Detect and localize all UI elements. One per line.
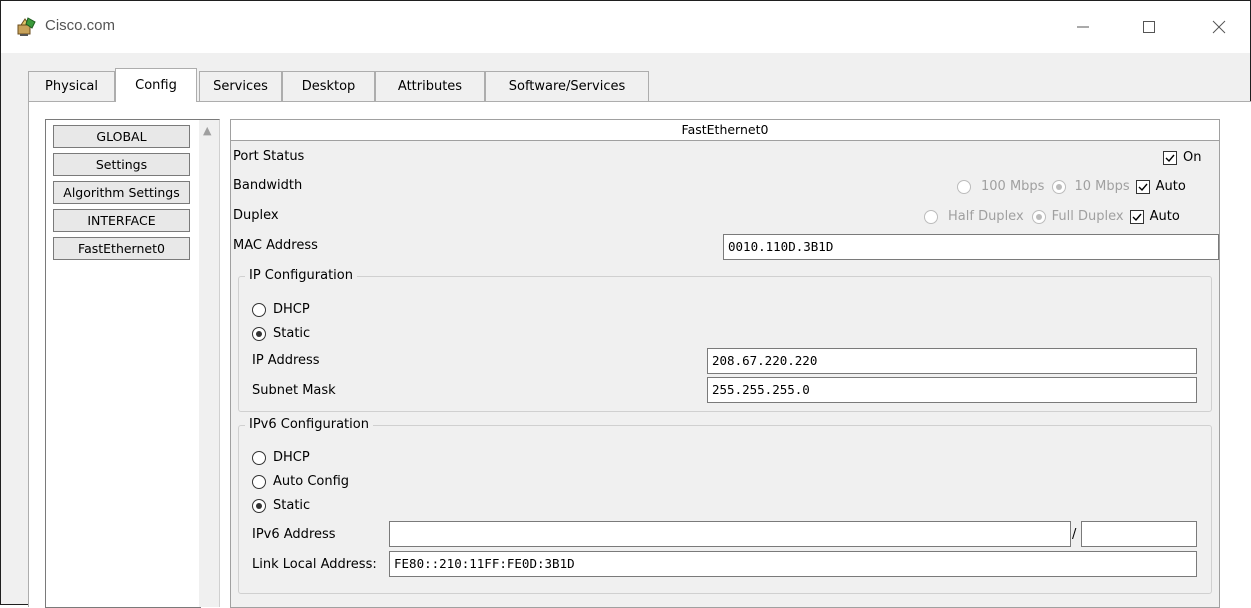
ipv6-static-radio[interactable] [252, 498, 266, 513]
duplex-label: Duplex [233, 208, 279, 223]
interface-panel: FastEthernet0 Port Status On Bandwidth 1… [230, 119, 1220, 608]
ipv6-address-label: IPv6 Address [252, 527, 336, 542]
mac-address-field[interactable]: 0010.110D.3B1D [723, 234, 1219, 260]
subnet-mask-field[interactable]: 255.255.255.0 [707, 377, 1197, 403]
sidebar-item-settings[interactable]: Settings [53, 153, 190, 176]
ipv4-static-option[interactable]: Static [252, 326, 310, 341]
duplex-auto-label: Auto [1149, 209, 1180, 224]
bandwidth-auto-label: Auto [1155, 179, 1186, 194]
packet-tracer-pc-icon [17, 17, 36, 36]
maximize-button[interactable] [1129, 11, 1169, 43]
bandwidth-options: 100 Mbps 10 Mbps Auto [957, 179, 1186, 194]
ipv6-auto-config-option[interactable]: Auto Config [252, 474, 349, 489]
port-status-on[interactable]: On [1163, 150, 1201, 165]
checkmark-icon [1138, 183, 1148, 191]
duplex-auto-checkbox[interactable] [1129, 209, 1144, 224]
tab-config[interactable]: Config [115, 68, 197, 102]
link-local-address-field[interactable]: FE80::210:11FF:FE0D:3B1D [389, 551, 1197, 577]
ipv6-configuration-title: IPv6 Configuration [245, 417, 373, 432]
checkmark-icon [1132, 213, 1142, 221]
half-duplex-label: Half Duplex [948, 209, 1024, 224]
title-bar[interactable]: Cisco.com [1, 1, 1250, 53]
mac-address-label: MAC Address [233, 238, 318, 253]
ipv6-prefix-field[interactable] [1081, 521, 1197, 547]
tab-services[interactable]: Services [199, 71, 282, 101]
port-status-label: Port Status [233, 149, 305, 164]
ip-address-field[interactable]: 208.67.220.220 [707, 348, 1197, 374]
close-button[interactable] [1199, 11, 1239, 43]
minimize-button[interactable] [1063, 11, 1103, 43]
checkmark-icon [1165, 154, 1175, 162]
link-local-address-label: Link Local Address: [252, 557, 377, 572]
ipv6-dhcp-radio[interactable] [252, 450, 266, 465]
scroll-up-icon[interactable]: ▲ [203, 124, 211, 137]
tab-physical[interactable]: Physical [28, 71, 115, 101]
bandwidth-100-radio[interactable] [957, 179, 971, 194]
bandwidth-100-label: 100 Mbps [981, 179, 1045, 194]
full-duplex-label: Full Duplex [1051, 209, 1124, 224]
port-status-checkbox[interactable] [1163, 150, 1177, 165]
sidebar-item-fastethernet0[interactable]: FastEthernet0 [53, 237, 190, 260]
bandwidth-label: Bandwidth [233, 178, 303, 193]
ipv4-dhcp-option[interactable]: DHCP [252, 302, 310, 317]
config-window: Cisco.com Physical Config Services Deskt… [0, 0, 1251, 608]
ipv4-dhcp-radio[interactable] [252, 302, 266, 317]
bandwidth-auto-checkbox[interactable] [1135, 179, 1150, 194]
sidebar-item-interface[interactable]: INTERFACE [53, 209, 190, 232]
ipv6-auto-config-radio[interactable] [252, 474, 266, 489]
window-title: Cisco.com [45, 17, 116, 34]
duplex-options: Half Duplex Full Duplex Auto [924, 209, 1180, 224]
subnet-mask-label: Subnet Mask [252, 383, 336, 398]
maximize-icon [1143, 21, 1155, 33]
bandwidth-10-radio[interactable] [1052, 179, 1067, 194]
minimize-icon [1077, 26, 1089, 28]
ip-address-label: IP Address [252, 353, 320, 368]
config-sidebar: GLOBAL Settings Algorithm Settings INTER… [45, 119, 201, 608]
ipv4-static-radio[interactable] [252, 326, 266, 341]
close-icon [1212, 20, 1226, 34]
full-duplex-radio[interactable] [1031, 209, 1046, 224]
sidebar-item-algorithm-settings[interactable]: Algorithm Settings [53, 181, 190, 204]
ip-configuration-title: IP Configuration [245, 268, 357, 283]
ipv6-dhcp-option[interactable]: DHCP [252, 450, 310, 465]
half-duplex-radio[interactable] [924, 209, 938, 224]
tab-attributes[interactable]: Attributes [375, 71, 485, 101]
sidebar-scrollbar[interactable]: ▲ [199, 119, 220, 607]
tab-software-services[interactable]: Software/Services [485, 71, 649, 101]
sidebar-item-global[interactable]: GLOBAL [53, 125, 190, 148]
prefix-separator: / [1072, 527, 1077, 542]
ipv6-static-option[interactable]: Static [252, 498, 310, 513]
interface-title: FastEthernet0 [231, 120, 1219, 141]
ipv6-address-field[interactable] [389, 521, 1071, 547]
bandwidth-10-label: 10 Mbps [1074, 179, 1130, 194]
tab-desktop[interactable]: Desktop [282, 71, 375, 101]
